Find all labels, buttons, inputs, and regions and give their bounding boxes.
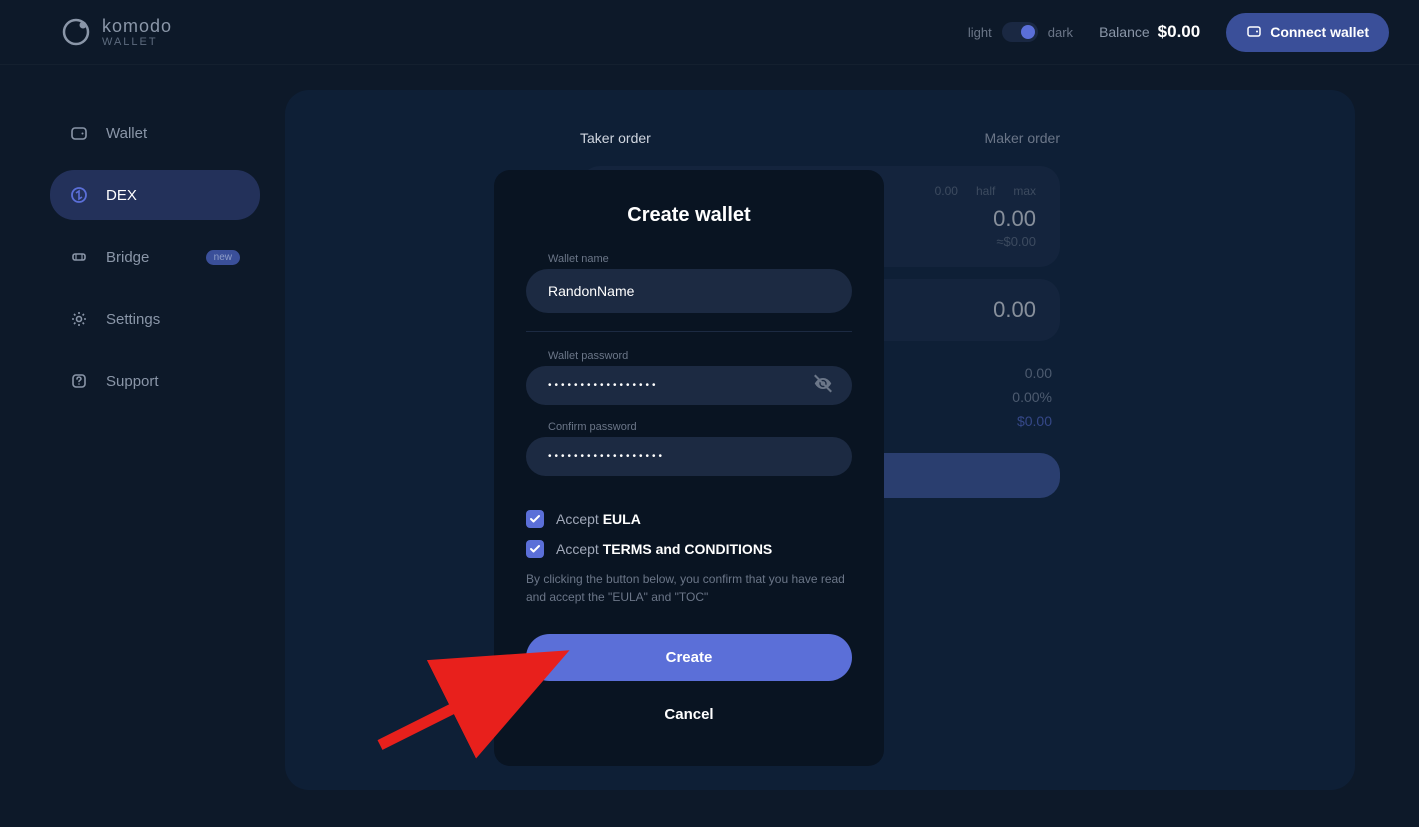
tab-taker-order[interactable]: Taker order <box>580 130 651 146</box>
create-wallet-modal: Create wallet Wallet name Wallet passwor… <box>494 170 884 766</box>
modal-title: Create wallet <box>526 204 852 227</box>
header: komodo WALLET light dark Balance $0.00 C… <box>0 0 1419 65</box>
accept-eula-checkbox[interactable] <box>526 510 544 528</box>
balance-label: Balance <box>1099 24 1150 40</box>
confirm-password-label: Confirm password <box>548 421 852 433</box>
theme-dark-label: dark <box>1048 25 1073 40</box>
connect-wallet-button[interactable]: Connect wallet <box>1226 13 1389 52</box>
eula-link[interactable]: EULA <box>603 511 641 527</box>
theme-toggle-switch[interactable] <box>1002 22 1038 42</box>
summary-value: $0.00 <box>1017 413 1052 429</box>
sidebar: Wallet DEX Bridge new Settings Support <box>50 108 260 418</box>
balance-amount: $0.00 <box>1158 22 1201 42</box>
swap-icon <box>70 186 88 204</box>
accept-terms-checkbox[interactable] <box>526 540 544 558</box>
half-button[interactable]: half <box>976 184 995 198</box>
cancel-button[interactable]: Cancel <box>526 691 852 738</box>
sidebar-item-label: DEX <box>106 187 137 204</box>
balance-display: Balance $0.00 <box>1099 22 1200 42</box>
create-button[interactable]: Create <box>526 634 852 681</box>
theme-light-label: light <box>968 25 992 40</box>
divider <box>526 331 852 332</box>
tab-maker-order[interactable]: Maker order <box>985 130 1060 146</box>
logo-main-text: komodo <box>102 17 172 35</box>
wallet-password-label: Wallet password <box>548 350 852 362</box>
accept-terms-text: Accept TERMS and CONDITIONS <box>556 541 772 557</box>
sidebar-item-support[interactable]: Support <box>50 356 260 406</box>
wallet-name-label: Wallet name <box>548 253 852 265</box>
summary-value: 0.00 <box>1025 365 1052 381</box>
sidebar-item-settings[interactable]: Settings <box>50 294 260 344</box>
sidebar-item-dex[interactable]: DEX <box>50 170 260 220</box>
max-button[interactable]: max <box>1013 184 1036 198</box>
wallet-name-input[interactable] <box>526 269 852 313</box>
disclaimer-text: By clicking the button below, you confir… <box>526 570 852 606</box>
new-badge: new <box>206 250 240 265</box>
komodo-logo-icon <box>60 16 92 48</box>
logo[interactable]: komodo WALLET <box>60 16 172 48</box>
wallet-icon <box>1246 23 1262 42</box>
sidebar-item-bridge[interactable]: Bridge new <box>50 232 260 282</box>
wallet-password-input[interactable] <box>526 366 852 405</box>
toggle-password-visibility-icon[interactable] <box>812 372 834 399</box>
question-icon <box>70 372 88 390</box>
sidebar-item-wallet[interactable]: Wallet <box>50 108 260 158</box>
theme-toggle: light dark <box>968 22 1073 42</box>
sidebar-item-label: Settings <box>106 311 160 328</box>
gear-icon <box>70 310 88 328</box>
terms-link[interactable]: TERMS and CONDITIONS <box>603 541 773 557</box>
sidebar-item-label: Wallet <box>106 125 147 142</box>
accept-eula-text: Accept EULA <box>556 511 641 527</box>
sidebar-item-label: Bridge <box>106 249 149 266</box>
sidebar-item-label: Support <box>106 373 159 390</box>
confirm-password-input[interactable] <box>526 437 852 476</box>
available-amount: 0.00 <box>935 184 958 198</box>
logo-sub-text: WALLET <box>102 37 172 48</box>
bridge-icon <box>70 248 88 266</box>
summary-value: 0.00% <box>1012 389 1052 405</box>
wallet-icon <box>70 124 88 142</box>
